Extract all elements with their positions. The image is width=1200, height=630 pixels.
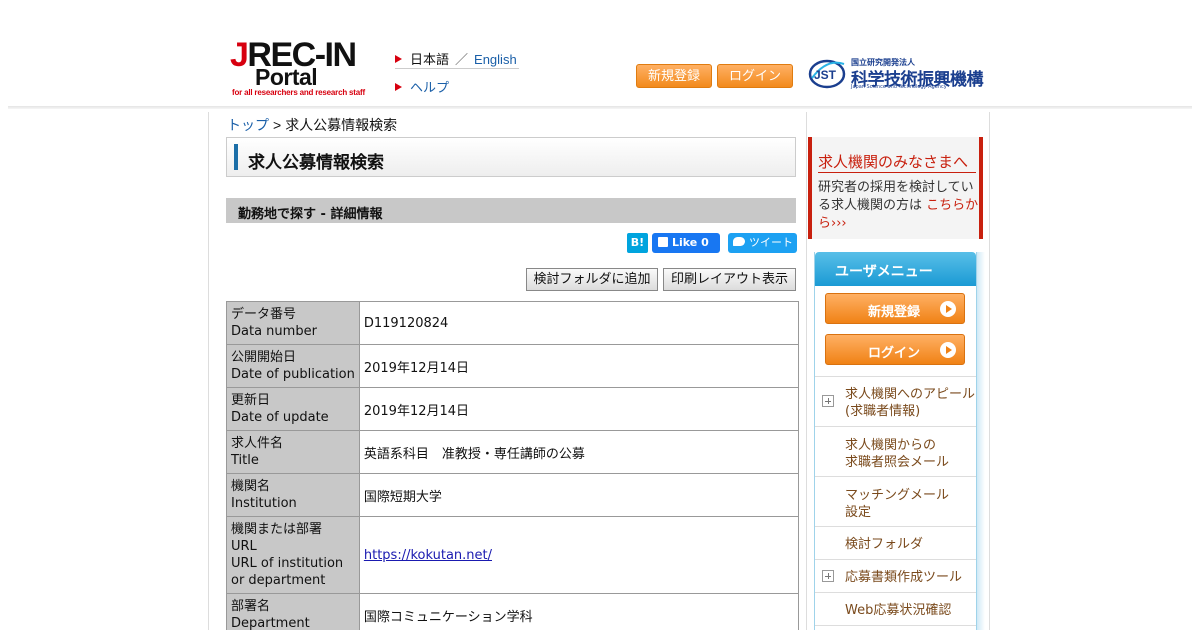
table-row: データ番号 Data number D119120824	[226, 301, 800, 345]
logo-tagline: for all researchers and research staff	[232, 88, 365, 97]
language-switcher: 日本語 ／ English	[395, 49, 517, 68]
sidebar-login-button[interactable]: ログイン	[825, 334, 965, 365]
jst-logo[interactable]: JST 国立研究開発法人 科学技術振興機構 Japan Science and …	[808, 54, 984, 94]
sidebar-login-label: ログイン	[868, 346, 921, 361]
sidebar-item-appeal[interactable]: 求人機関へのアピール (求職者情報)	[815, 377, 976, 427]
row-label: 機関名 Institution	[226, 473, 360, 517]
divider	[818, 172, 976, 173]
breadcrumb: トップ > 求人公募情報検索	[227, 115, 397, 135]
sidebar-item-document-tool[interactable]: 応募書類作成ツール	[815, 560, 976, 593]
row-label: 更新日 Date of update	[226, 387, 360, 431]
sidebar-register-label: 新規登録	[868, 305, 921, 320]
user-menu-header: ユーザメニュー	[815, 252, 976, 286]
row-value: 国際コミュニケーション学科	[358, 593, 800, 630]
row-value: D119120824	[358, 301, 800, 345]
twitter-bird-icon	[733, 237, 745, 246]
row-label: 求人件名 Title	[226, 430, 360, 474]
row-value: 2019年12月14日	[358, 387, 800, 431]
recruiter-banner-text: 研究者の採用を検討している求人機関の方は こちらから›››	[818, 180, 979, 231]
sidebar-shadow	[977, 252, 985, 630]
header: JREC-IN Portal for all researchers and r…	[0, 0, 1200, 108]
sidebar-item-inquiry-mail[interactable]: 求人機関からの 求職者照会メール	[815, 427, 976, 477]
tweet-label: ツイート	[749, 236, 793, 249]
facebook-like-button[interactable]: Like 0	[652, 233, 720, 253]
row-label: データ番号 Data number	[226, 301, 360, 345]
table-row: 部署名 Department 国際コミュニケーション学科	[226, 593, 800, 630]
logo-portal: Portal	[255, 64, 318, 90]
facebook-like-label: Like 0	[672, 236, 709, 249]
section-title: 勤務地で探す - 詳細情報	[238, 207, 383, 222]
header-login-button[interactable]: ログイン	[717, 64, 793, 88]
user-menu: ユーザメニュー 新規登録 ログイン 求人機関へのアピール (求職者情報) 求人機関…	[814, 252, 977, 630]
help-link[interactable]: ヘルプ	[395, 77, 449, 96]
title-accent-bar	[234, 144, 238, 170]
tweet-button[interactable]: ツイート	[728, 233, 797, 253]
lang-separator: ／	[455, 52, 469, 67]
breadcrumb-separator: >	[273, 117, 282, 133]
arrow-right-circle-icon	[940, 342, 956, 358]
triangle-bullet-icon	[395, 55, 402, 63]
print-layout-button[interactable]: 印刷レイアウト表示	[663, 268, 796, 291]
share-buttons: B! Like 0 ツイート	[627, 233, 797, 253]
row-value: 国際短期大学	[358, 473, 800, 517]
lang-english-link[interactable]: English	[474, 52, 517, 67]
triangle-bullet-icon	[395, 83, 402, 91]
header-divider	[8, 106, 1192, 109]
page: JREC-IN Portal for all researchers and r…	[0, 0, 1200, 630]
table-row: 機関または部署URL URL of institution or departmen…	[226, 516, 800, 594]
sidebar-register-button[interactable]: 新規登録	[825, 293, 965, 324]
lang-japanese: 日本語	[410, 52, 450, 67]
row-label: 機関または部署URL URL of institution or departmen…	[226, 516, 360, 594]
sidebar-item-web-application[interactable]: Web応募状況確認	[815, 593, 976, 626]
arrow-right-circle-icon	[940, 301, 956, 317]
jst-mark-icon: JST	[808, 59, 846, 89]
svg-text:JST: JST	[814, 68, 837, 82]
institution-url-link[interactable]: https://kokutan.net/	[364, 548, 492, 563]
section-header: 勤務地で探す - 詳細情報	[226, 198, 796, 223]
page-title-box: 求人公募情報検索	[226, 137, 796, 177]
divider	[395, 68, 519, 69]
table-row: 公開開始日 Date of publication 2019年12月14日	[226, 344, 800, 388]
expand-plus-icon[interactable]	[822, 395, 834, 407]
table-row: 求人件名 Title 英語系科目 准教授・専任講師の公募	[226, 430, 800, 474]
recruiter-banner-title: 求人機関のみなさまへ	[818, 153, 969, 171]
table-row: 更新日 Date of update 2019年12月14日	[226, 387, 800, 431]
row-value: 英語系科目 准教授・専任講師の公募	[358, 430, 800, 474]
table-row: 機関名 Institution 国際短期大学	[226, 473, 800, 517]
job-detail-table: データ番号 Data number D119120824 公開開始日 Date of…	[226, 301, 800, 630]
jst-english-name: Japan Science and Technology Agency	[851, 84, 947, 90]
hatena-bookmark-button[interactable]: B!	[627, 233, 648, 253]
header-register-button[interactable]: 新規登録	[636, 64, 712, 88]
row-value: 2019年12月14日	[358, 344, 800, 388]
help-label: ヘルプ	[410, 80, 450, 95]
column-border	[208, 112, 209, 630]
thumbs-up-icon	[658, 237, 668, 247]
row-value: https://kokutan.net/	[358, 516, 800, 594]
sidebar-item-folder[interactable]: 検討フォルダ	[815, 527, 976, 560]
breadcrumb-current: 求人公募情報検索	[285, 117, 398, 133]
column-border	[806, 112, 807, 630]
breadcrumb-home-link[interactable]: トップ	[227, 117, 269, 133]
jrec-in-portal-logo[interactable]: JREC-IN Portal for all researchers and r…	[230, 38, 380, 98]
sidebar-item-matching-mail[interactable]: マッチングメール 設定	[815, 477, 976, 527]
expand-plus-icon[interactable]	[822, 570, 834, 582]
row-label: 公開開始日 Date of publication	[226, 344, 360, 388]
column-border	[989, 112, 990, 630]
row-label: 部署名 Department	[226, 593, 360, 630]
user-menu-title: ユーザメニュー	[835, 264, 933, 280]
add-to-folder-button[interactable]: 検討フォルダに追加	[526, 268, 658, 291]
recruiter-banner[interactable]: 求人機関のみなさまへ 研究者の採用を検討している求人機関の方は こちらから›››	[808, 137, 983, 239]
page-title: 求人公募情報検索	[248, 153, 384, 173]
